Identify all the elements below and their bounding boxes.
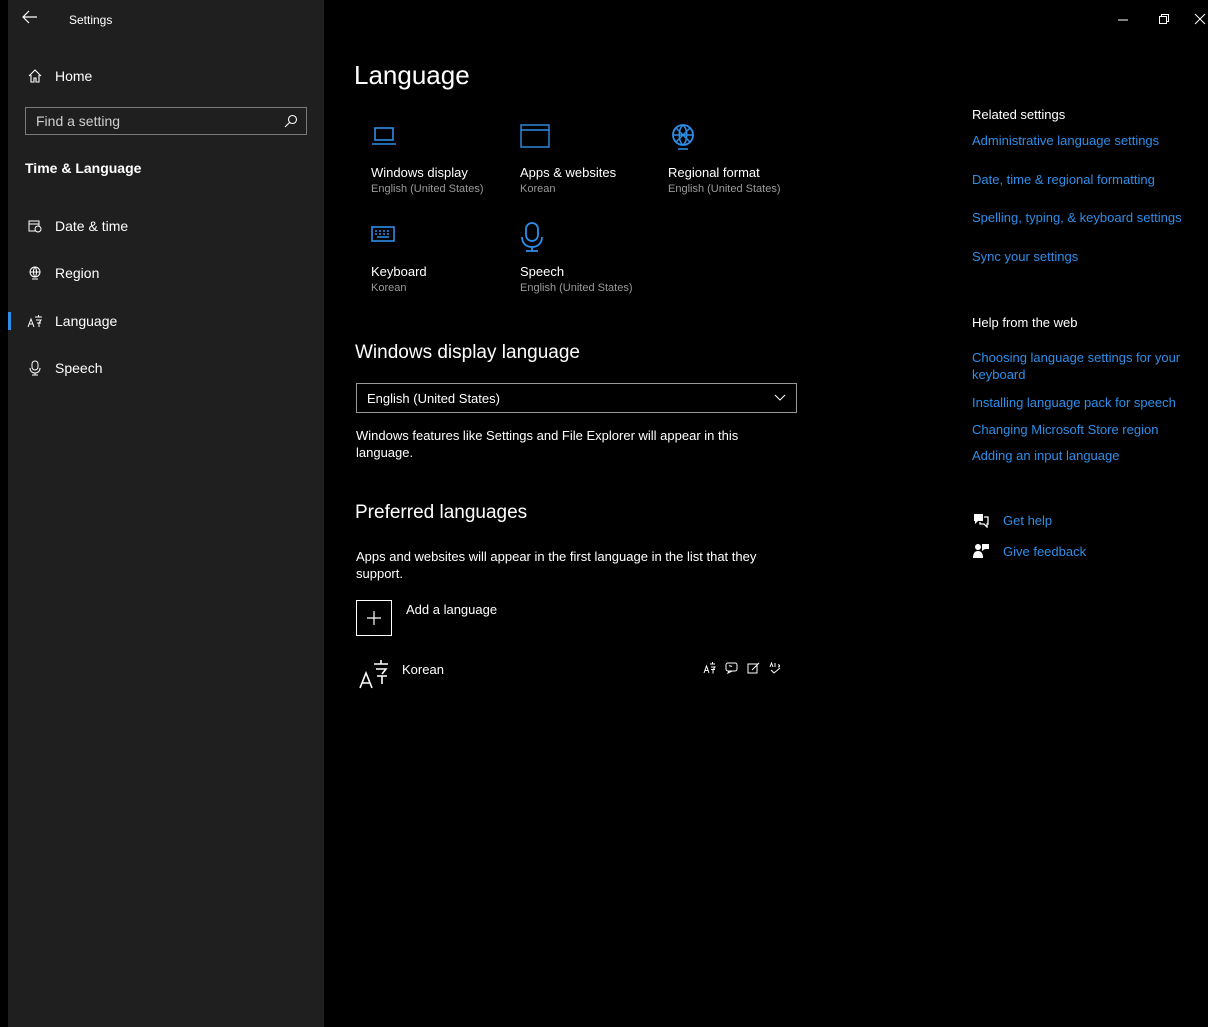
sidebar-item-language[interactable]: Language xyxy=(8,301,324,341)
tile-sub: English (United States) xyxy=(668,183,781,195)
minimize-button[interactable] xyxy=(1117,12,1137,28)
link-spelling-typing-keyboard[interactable]: Spelling, typing, & keyboard settings xyxy=(972,210,1182,225)
section-heading-preferred-languages: Preferred languages xyxy=(355,502,528,523)
tile-sub: English (United States) xyxy=(371,183,484,195)
handwriting-icon xyxy=(747,662,760,674)
tile-sub: Korean xyxy=(371,282,407,294)
link-administrative-language-settings[interactable]: Administrative language settings xyxy=(972,133,1159,148)
tile-keyboard[interactable]: Keyboard Korean xyxy=(371,224,521,294)
search-placeholder: Find a setting xyxy=(36,113,121,129)
close-icon xyxy=(1194,13,1206,25)
add-language-button[interactable]: Add a language xyxy=(356,600,656,638)
tile-speech[interactable]: Speech English (United States) xyxy=(520,220,670,294)
window-title: Settings xyxy=(69,13,113,27)
link-changing-store-region[interactable]: Changing Microsoft Store region xyxy=(972,422,1158,437)
tile-label: Regional format xyxy=(668,165,760,180)
browser-window-icon xyxy=(520,124,670,155)
language-icon xyxy=(358,659,392,694)
sidebar-item-label: Speech xyxy=(55,360,103,376)
link-adding-input-language[interactable]: Adding an input language xyxy=(972,448,1119,463)
section-title: Time & Language xyxy=(25,160,142,176)
link-date-time-regional-formatting[interactable]: Date, time & regional formatting xyxy=(972,172,1155,187)
chevron-down-icon xyxy=(774,394,786,401)
sidebar-item-label: Date & time xyxy=(55,218,129,234)
add-language-label: Add a language xyxy=(406,602,498,617)
tile-sub: Korean xyxy=(520,183,556,195)
display-language-icon xyxy=(703,662,716,674)
tile-regional-format[interactable]: Regional format English (United States) xyxy=(668,122,818,195)
tile-label: Apps & websites xyxy=(520,165,617,180)
back-button[interactable] xyxy=(22,10,44,30)
display-language-dropdown[interactable]: English (United States) xyxy=(356,383,797,413)
feedback-icon xyxy=(973,544,989,558)
language-list-item-korean[interactable]: Korean xyxy=(356,655,796,697)
home-icon xyxy=(25,68,45,84)
section-heading-display-language: Windows display language xyxy=(355,342,580,363)
speech-icon xyxy=(725,662,738,674)
monitor-icon xyxy=(371,125,521,155)
language-icon xyxy=(25,314,45,328)
page-title: Language xyxy=(354,60,470,90)
get-help-link[interactable]: Get help xyxy=(972,512,1052,528)
settings-window: Settings Home Find a setting Time & Lang… xyxy=(8,0,1208,1027)
language-name: Korean xyxy=(402,662,444,677)
spell-check-icon xyxy=(769,662,781,674)
keyboard-icon xyxy=(371,224,521,254)
search-input[interactable]: Find a setting xyxy=(25,107,307,135)
preferred-languages-description: Apps and websites will appear in the fir… xyxy=(356,549,757,581)
give-feedback-label: Give feedback xyxy=(1003,543,1087,559)
globe-icon xyxy=(25,266,45,280)
minimize-icon xyxy=(1118,19,1128,21)
tile-windows-display[interactable]: Windows display English (United States) xyxy=(371,125,521,195)
sidebar-item-home[interactable]: Home xyxy=(8,56,324,96)
main-content: Language Windows display English (United… xyxy=(324,0,1208,1027)
sidebar-item-region[interactable]: Region xyxy=(8,253,324,293)
display-language-description: Windows features like Settings and File … xyxy=(356,428,739,460)
globe-icon xyxy=(668,122,818,155)
chat-help-icon xyxy=(974,514,989,528)
help-from-web-heading: Help from the web xyxy=(972,315,1078,330)
back-arrow-icon xyxy=(22,10,37,24)
close-button[interactable] xyxy=(1194,12,1208,28)
plus-icon xyxy=(356,600,392,636)
microphone-icon xyxy=(25,360,45,376)
link-installing-language-pack[interactable]: Installing language pack for speech xyxy=(972,395,1176,410)
search-icon xyxy=(284,114,298,128)
sidebar-item-label: Home xyxy=(55,68,93,84)
microphone-icon xyxy=(520,220,670,254)
sidebar: Settings Home Find a setting Time & Lang… xyxy=(8,0,324,1027)
restore-button[interactable] xyxy=(1158,12,1178,28)
link-sync-your-settings[interactable]: Sync your settings xyxy=(972,249,1078,264)
give-feedback-link[interactable]: Give feedback xyxy=(972,543,1086,559)
sidebar-item-label: Region xyxy=(55,265,100,281)
calendar-clock-icon xyxy=(25,219,45,233)
tile-label: Keyboard xyxy=(371,264,427,279)
tile-apps-websites[interactable]: Apps & websites Korean xyxy=(520,124,670,195)
sidebar-item-speech[interactable]: Speech xyxy=(8,348,324,388)
get-help-label: Get help xyxy=(1003,512,1053,528)
tile-sub: English (United States) xyxy=(520,282,633,294)
link-choosing-language-settings[interactable]: Choosing language settings for your keyb… xyxy=(972,349,1200,383)
language-feature-icons xyxy=(703,662,782,674)
restore-icon xyxy=(1159,14,1169,24)
tile-label: Speech xyxy=(520,264,565,279)
sidebar-item-label: Language xyxy=(55,313,118,329)
related-settings-heading: Related settings xyxy=(972,107,1066,122)
sidebar-item-date-time[interactable]: Date & time xyxy=(8,206,324,246)
dropdown-value: English (United States) xyxy=(367,390,500,406)
tile-label: Windows display xyxy=(371,165,468,180)
